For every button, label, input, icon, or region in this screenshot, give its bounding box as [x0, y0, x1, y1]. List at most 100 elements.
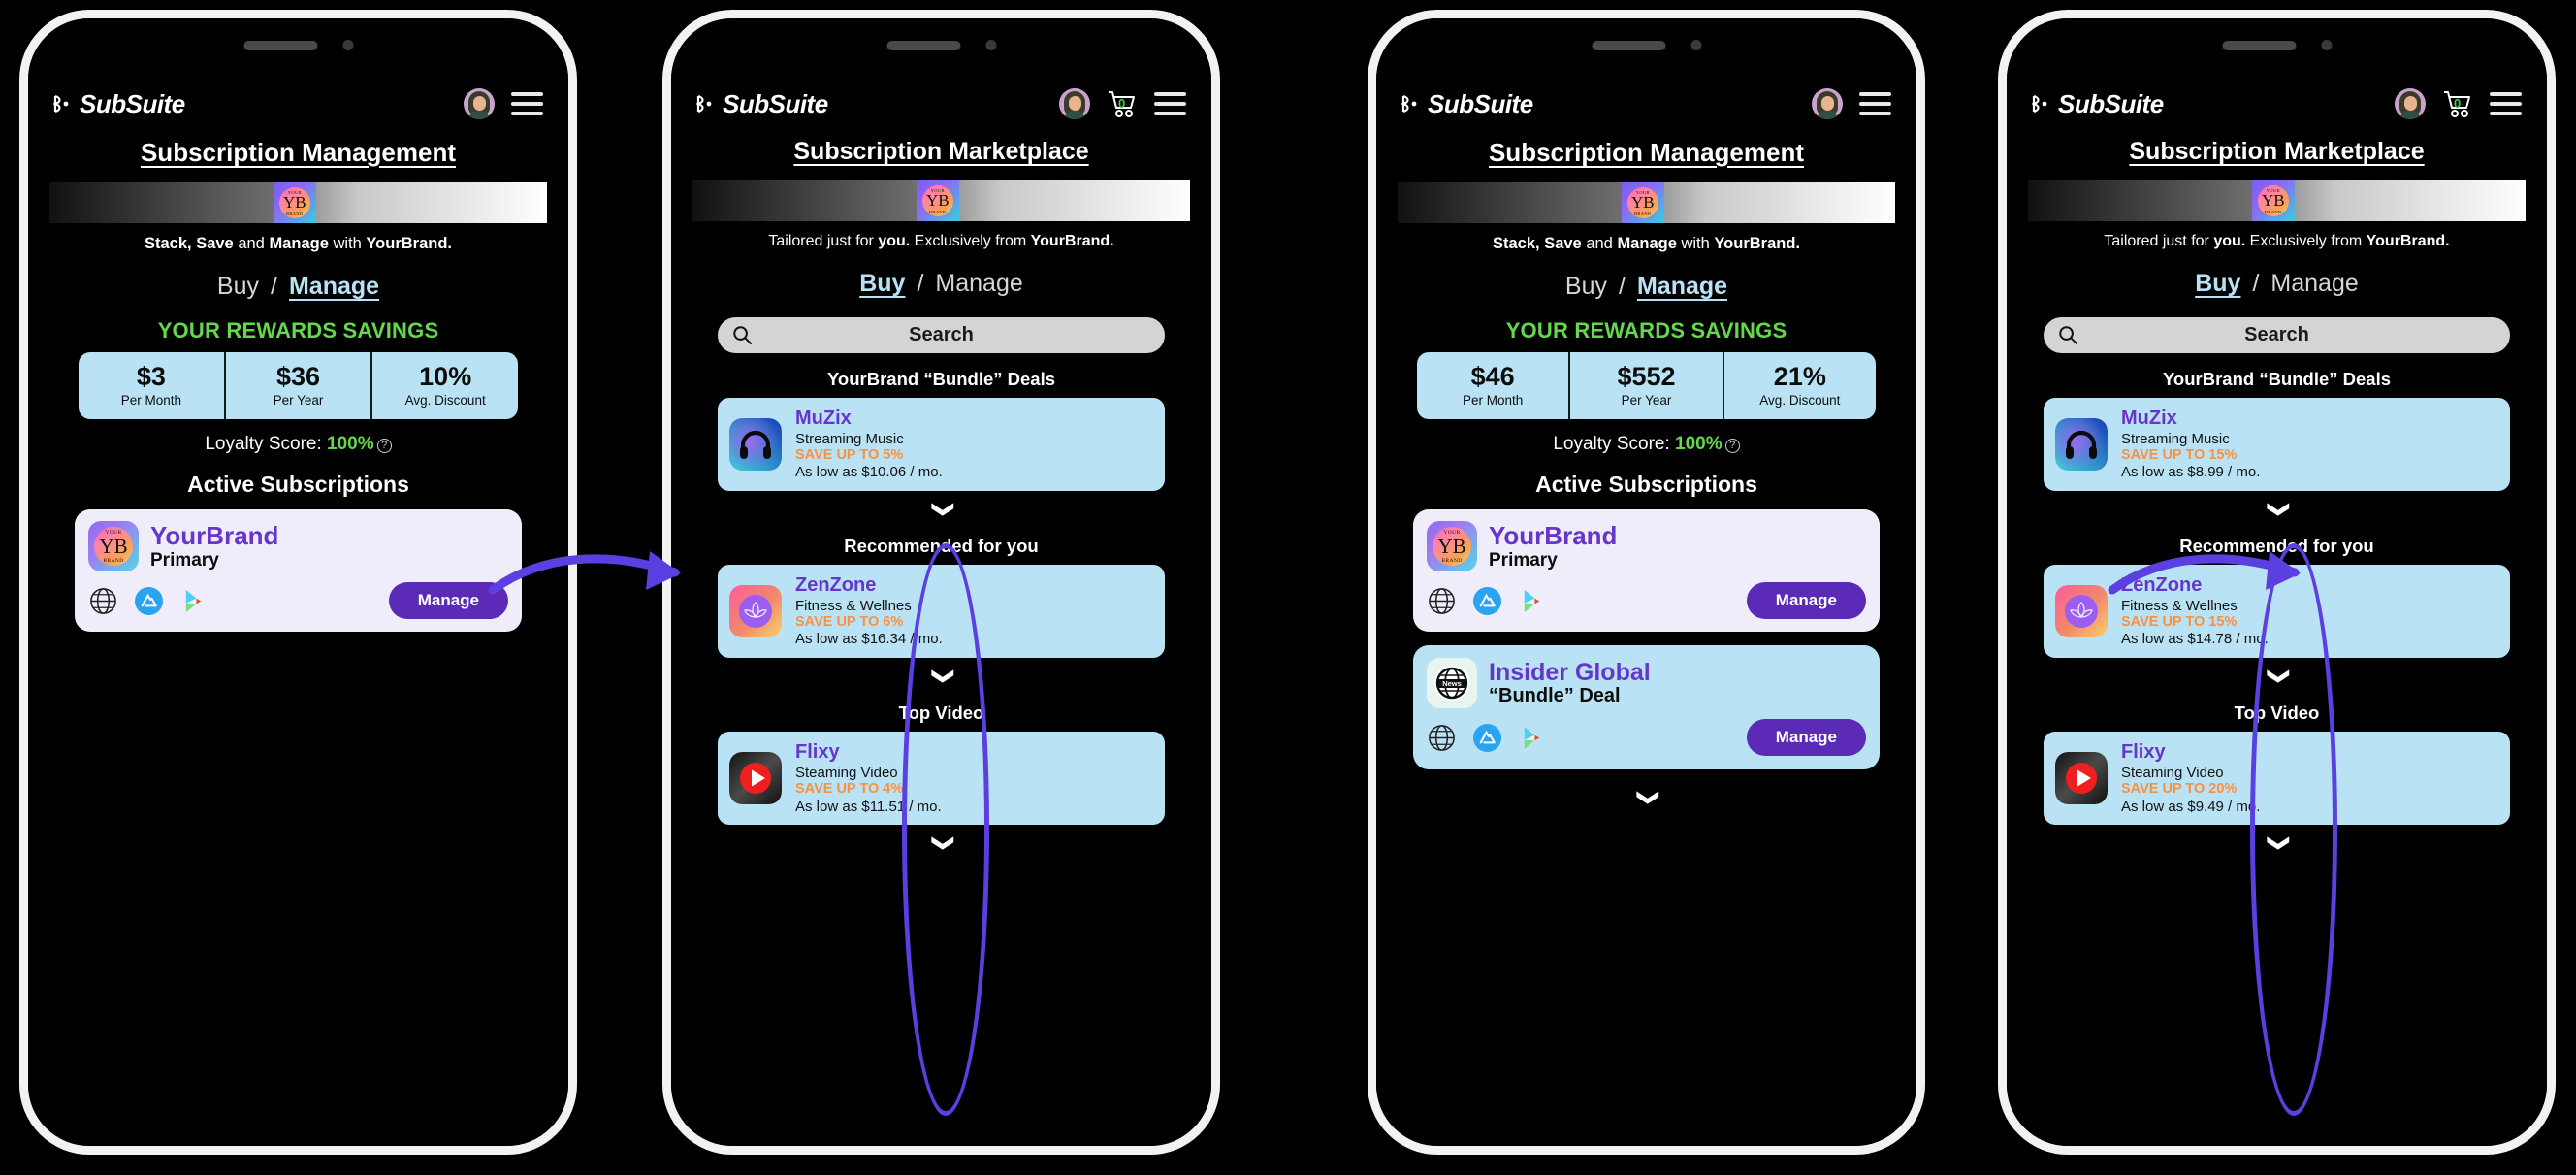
phone-camera	[2321, 40, 2332, 50]
subsuite-logo-icon	[53, 94, 75, 114]
avatar[interactable]	[1812, 88, 1843, 119]
phone-notch	[2222, 40, 2332, 50]
google-play-icon	[179, 586, 209, 616]
brand-badge: YOUR YB BRAND	[1621, 182, 1664, 223]
phone-volume-down-button[interactable]	[1998, 467, 2006, 556]
app-logo[interactable]: SubSuite	[53, 89, 185, 119]
headphones-icon	[2055, 418, 2108, 472]
phone-screen: SubSuite Subscription Management YOUR YB…	[1376, 18, 1916, 1146]
shopping-cart-icon[interactable]: 0	[2442, 89, 2473, 118]
brand-gradient-strip: YOUR YB BRAND	[2028, 180, 2526, 221]
deal-save-badge: SAVE UP TO 5%	[795, 447, 904, 464]
phone-power-button[interactable]	[569, 368, 577, 494]
phone-1-manage-before: SubSuite Subscription Management YOUR YB…	[19, 10, 577, 1155]
top-bar-icons: 0	[1059, 88, 1186, 119]
phone-mute-switch[interactable]	[1368, 280, 1375, 337]
shopping-cart-icon[interactable]: 0	[1107, 89, 1138, 118]
deal-price: As low as $8.99 / mo.	[2121, 464, 2261, 481]
deal-price: As low as $14.78 / mo.	[2121, 631, 2269, 648]
tab-buy[interactable]: Buy	[2195, 270, 2240, 298]
phone-volume-up-button[interactable]	[1998, 358, 2006, 447]
deal-price: As low as $9.49 / mo.	[2121, 798, 2261, 815]
yourbrand-icon: YOUR YB BRAND	[1427, 521, 1477, 572]
phone-mute-switch[interactable]	[19, 280, 27, 337]
cart-count-badge: 0	[1118, 96, 1126, 111]
brand-gradient-strip: YOUR YB BRAND	[692, 180, 1190, 221]
toggle-separator: /	[271, 273, 277, 300]
page-title: Subscription Marketplace	[793, 138, 1089, 165]
chevron-down-icon[interactable]: ❮	[1634, 528, 1658, 1068]
deal-card-text: Flixy Steaming Video SAVE UP TO 20% As l…	[2121, 741, 2260, 815]
rewards-summary: $3 Per Month $36 Per Year 10% Avg. Disco…	[79, 352, 518, 420]
subscription-plan: Primary	[150, 549, 219, 571]
deal-name: Flixy	[795, 741, 840, 764]
phone-mute-switch[interactable]	[662, 280, 670, 337]
avatar[interactable]	[2395, 88, 2426, 119]
subsuite-logo-icon	[1401, 94, 1423, 114]
phone-power-button[interactable]	[1212, 368, 1220, 494]
app-logo[interactable]: SubSuite	[2032, 89, 2164, 119]
deal-category: Streaming Music	[795, 430, 904, 447]
app-name: SubSuite	[723, 88, 828, 118]
loyalty-value: 100%	[1675, 434, 1723, 455]
phone-power-button[interactable]	[1917, 368, 1925, 494]
phone-notch	[886, 40, 996, 50]
app-name: SubSuite	[1428, 88, 1533, 118]
deal-name: ZenZone	[795, 574, 877, 597]
tab-buy[interactable]: Buy	[217, 273, 259, 301]
hamburger-menu-icon[interactable]	[1154, 92, 1186, 115]
hamburger-menu-icon[interactable]	[1859, 92, 1891, 115]
subscription-plan: “Bundle” Deal	[1489, 684, 1621, 706]
top-bar-icons: 0	[2395, 88, 2522, 119]
avatar[interactable]	[464, 88, 495, 119]
phone-volume-down-button[interactable]	[19, 467, 27, 556]
yourbrand-logo-icon: YOUR YB BRAND	[1626, 187, 1658, 218]
comparison-screenshot: SubSuite Subscription Management YOUR YB…	[0, 0, 2576, 1175]
rewards-per-year: $552 Per Year	[1570, 352, 1724, 420]
phone-mute-switch[interactable]	[1998, 280, 2006, 337]
phone-volume-down-button[interactable]	[1368, 467, 1375, 556]
phone-volume-up-button[interactable]	[1368, 358, 1375, 447]
deal-card-text: MuZix Streaming Music SAVE UP TO 15% As …	[2121, 408, 2260, 481]
app-logo[interactable]: SubSuite	[696, 89, 828, 119]
tab-buy[interactable]: Buy	[1565, 273, 1607, 301]
active-subscriptions-title: Active Subscriptions	[1535, 472, 1757, 498]
phone-volume-down-button[interactable]	[662, 467, 670, 556]
buy-manage-toggle: Buy / Manage	[28, 273, 568, 301]
app-store-icon	[1472, 723, 1502, 753]
tab-manage[interactable]: Manage	[289, 273, 379, 301]
chevron-down-icon[interactable]: ❮	[2265, 573, 2289, 1114]
help-circle-icon[interactable]: ?	[376, 439, 392, 454]
brand-badge: YOUR YB BRAND	[2251, 180, 2295, 221]
avatar[interactable]	[1059, 88, 1090, 119]
tab-manage[interactable]: Manage	[1637, 273, 1727, 301]
deal-save-badge: SAVE UP TO 15%	[2121, 614, 2238, 631]
chevron-down-icon[interactable]: ❮	[929, 573, 953, 1114]
hamburger-menu-icon[interactable]	[2490, 92, 2522, 115]
rewards-title: YOUR REWARDS SAVINGS	[1505, 318, 1787, 343]
rewards-avg-discount: 21% Avg. Discount	[1759, 362, 1841, 408]
phone-volume-up-button[interactable]	[19, 358, 27, 447]
manage-button[interactable]: Manage	[1746, 719, 1866, 757]
phone-camera	[342, 40, 353, 50]
phone-volume-up-button[interactable]	[662, 358, 670, 447]
toggle-separator: /	[917, 270, 924, 297]
manage-button[interactable]: Manage	[1746, 582, 1866, 620]
deal-price: As low as $11.51 / mo.	[795, 798, 942, 815]
app-top-bar: SubSuite 0	[2007, 72, 2547, 128]
hamburger-menu-icon[interactable]	[511, 92, 543, 115]
manage-button[interactable]: Manage	[388, 582, 508, 620]
brand-gradient-strip: YOUR YB BRAND	[49, 182, 547, 223]
deal-category: Fitness & Wellnes	[795, 597, 912, 614]
deal-price: As low as $10.06 / mo.	[795, 464, 943, 481]
phone-power-button[interactable]	[2548, 368, 2556, 494]
help-circle-icon[interactable]: ?	[1724, 439, 1740, 454]
subscription-name: Insider Global	[1489, 658, 1651, 686]
tab-buy[interactable]: Buy	[859, 270, 905, 298]
subscription-card[interactable]: YOUR YB BRAND YourBrand Primary Manage	[75, 509, 522, 633]
phone-speaker	[1592, 40, 1665, 50]
lotus-icon	[729, 585, 782, 638]
page-title: Subscription Management	[1488, 138, 1805, 167]
brand-badge: YOUR YB BRAND	[916, 180, 959, 221]
app-logo[interactable]: SubSuite	[1401, 89, 1533, 119]
